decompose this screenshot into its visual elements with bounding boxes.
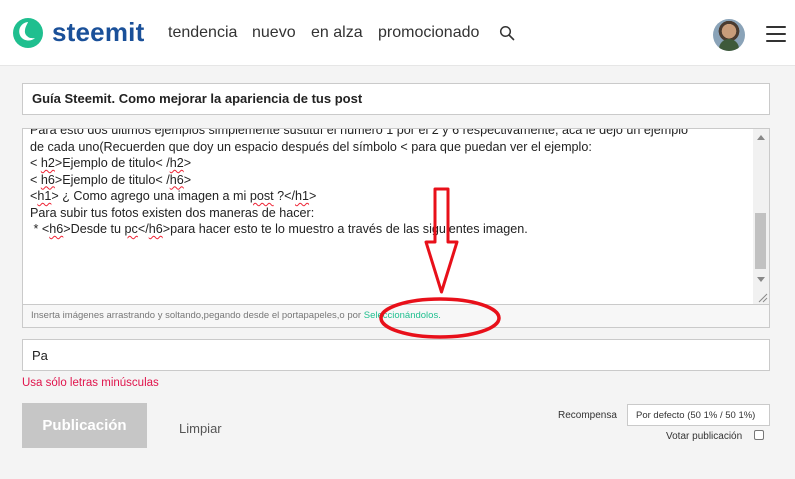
post-body-editor[interactable]: Para esto dos ultimos ejemplos simplemen… [22, 128, 770, 305]
editor-line: de cada uno(Recuerden que doy un espacio… [30, 139, 592, 154]
clear-button[interactable]: Limpiar [179, 421, 222, 436]
editor-line: Para subir tus fotos existen dos maneras… [30, 205, 315, 220]
nav-hot[interactable]: en alza [311, 23, 363, 43]
editor-line: Para esto dos ultimos ejemplos simplemen… [30, 128, 689, 137]
search-icon[interactable] [499, 25, 515, 41]
steemit-logo-icon[interactable] [12, 17, 44, 49]
nav-promoted[interactable]: promocionado [378, 23, 479, 43]
image-upload-hint: Inserta imágenes arrastrando y soltando,… [22, 305, 770, 328]
editor-line: <h1> ¿ Como agrego una imagen a mi post … [30, 189, 317, 203]
avatar[interactable] [713, 19, 745, 51]
nav-trending[interactable]: tendencia [168, 23, 237, 43]
reward-select[interactable]: Por defecto (50 1% / 50 1%) [627, 404, 770, 426]
scroll-up-arrow-icon[interactable] [757, 135, 765, 140]
top-header: steemit tendencia nuevo en alza promocio… [0, 0, 795, 66]
editor-body-text[interactable]: Para esto dos ultimos ejemplos simplemen… [30, 128, 755, 238]
resize-grip-icon[interactable] [756, 291, 768, 303]
hamburger-menu-icon[interactable] [766, 26, 786, 42]
nav-new[interactable]: nuevo [252, 23, 296, 43]
editor-scrollbar[interactable] [753, 129, 769, 304]
editor-line: < h6>Ejemplo de titulo< /h6> [30, 172, 192, 187]
post-title-input[interactable]: Guía Steemit. Como mejorar la apariencia… [22, 83, 770, 115]
publish-button[interactable]: Publicación [22, 403, 147, 448]
upload-hint-text: Inserta imágenes arrastrando y soltando,… [31, 310, 364, 321]
editor-line: < h2>Ejemplo de titulo< /h2> [30, 156, 192, 170]
editor-line: * <h6>Desde tu pc</h6>para hacer esto te… [30, 222, 528, 236]
upvote-post-checkbox[interactable] [754, 430, 764, 440]
brand-name[interactable]: steemit [52, 17, 144, 47]
tags-error-message: Usa sólo letras minúsculas [22, 377, 159, 389]
scroll-down-arrow-icon[interactable] [757, 277, 765, 282]
select-files-link[interactable]: Seleccionándolos. [364, 310, 441, 321]
tags-input[interactable]: Pa [22, 339, 770, 371]
vote-label: Votar publicación [666, 431, 743, 442]
scroll-thumb[interactable] [755, 213, 766, 269]
reward-label: Recompensa [558, 410, 617, 421]
